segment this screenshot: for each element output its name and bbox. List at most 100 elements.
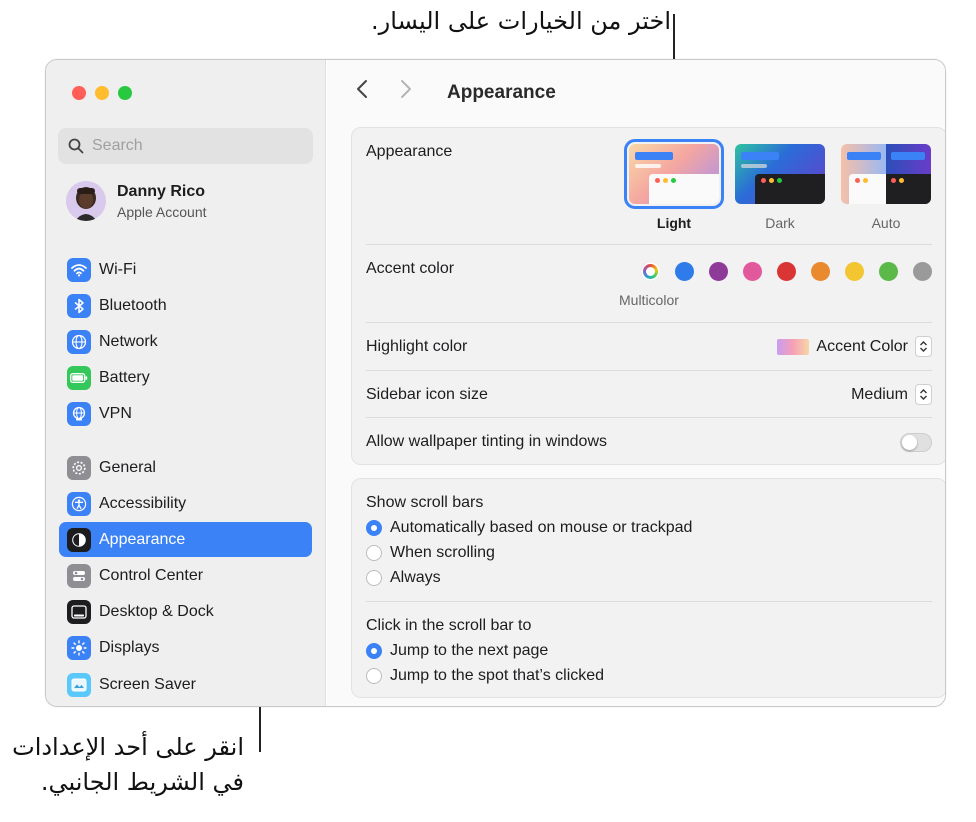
page-title: Appearance <box>447 81 556 103</box>
scroll-bars-group: Show scroll bars Automatically based on … <box>351 478 945 698</box>
avatar <box>66 181 106 221</box>
sidebar-item-battery[interactable]: Battery <box>59 360 312 395</box>
sidebar-icon-size-popup[interactable]: Medium <box>851 384 932 405</box>
theme-label-dark[interactable]: Dark <box>735 215 825 231</box>
sidebar-item-label: Screen Saver <box>99 675 196 693</box>
theme-label-light[interactable]: Light <box>629 215 719 231</box>
sidebar-item-network[interactable]: Network <box>59 324 312 359</box>
sidebar-item-bluetooth[interactable]: Bluetooth <box>59 288 312 323</box>
minimize-button[interactable] <box>95 86 109 100</box>
radio-scroll-when-scrolling[interactable]: When scrolling <box>366 544 495 562</box>
sidebar-item-screen-saver[interactable]: Screen Saver <box>59 667 312 702</box>
radio-jump-next-page[interactable]: Jump to the next page <box>366 642 548 660</box>
theme-thumbnail-light[interactable] <box>624 139 724 209</box>
battery-icon <box>67 365 91 390</box>
theme-label-auto[interactable]: Auto <box>841 215 931 231</box>
radio-dot <box>366 545 382 561</box>
highlight-color-popup[interactable]: Accent Color <box>777 336 932 357</box>
sidebar-item-label: Accessibility <box>99 494 187 512</box>
accent-swatch-green[interactable] <box>879 262 898 281</box>
search-field[interactable] <box>58 128 313 164</box>
divider <box>366 322 932 323</box>
highlight-color-label: Highlight color <box>366 338 468 355</box>
vpn-globe-icon <box>67 401 91 426</box>
sun-icon <box>67 635 91 660</box>
radio-jump-to-spot[interactable]: Jump to the spot that’s clicked <box>366 667 604 685</box>
callout-choose-options: اختر من الخيارات على اليسار. <box>371 7 671 35</box>
sidebar-item-label: Bluetooth <box>99 296 167 314</box>
appearance-row-label: Appearance <box>366 143 453 160</box>
sidebar-item-desktop-dock[interactable]: Desktop & Dock <box>59 594 312 629</box>
bluetooth-icon <box>67 293 91 318</box>
radio-label: Jump to the spot that’s clicked <box>390 667 605 684</box>
screen-saver-icon <box>67 672 91 697</box>
radio-dot <box>366 520 382 536</box>
callout-bottom-line1: انقر على أحد الإعدادات <box>12 733 244 761</box>
appearance-icon <box>67 527 91 552</box>
dock-icon <box>67 599 91 624</box>
search-icon <box>68 138 84 154</box>
sidebar-item-wifi[interactable]: Wi-Fi <box>59 252 312 287</box>
highlight-color-value: Accent Color <box>816 337 908 355</box>
close-button[interactable] <box>72 86 86 100</box>
radio-dot <box>366 570 382 586</box>
sidebar-item-label: Wi-Fi <box>99 260 137 278</box>
callout-click-setting: انقر على أحد الإعدادات في الشريط الجانبي… <box>12 730 244 800</box>
back-button[interactable] <box>355 78 371 107</box>
divider <box>366 244 932 245</box>
wallpaper-tinting-toggle[interactable] <box>900 433 932 452</box>
gear-icon <box>67 455 91 480</box>
accent-swatch-red[interactable] <box>777 262 796 281</box>
control-center-icon <box>67 563 91 588</box>
radio-dot <box>366 668 382 684</box>
accent-swatch-multicolor[interactable] <box>641 262 660 281</box>
sidebar-item-appearance[interactable]: Appearance <box>59 522 312 557</box>
system-settings-window: Danny Rico Apple Account Wi-Fi Bluetooth… <box>45 59 946 707</box>
zoom-button[interactable] <box>118 86 132 100</box>
sidebar-item-label: Battery <box>99 368 150 386</box>
sidebar-item-accessibility[interactable]: Accessibility <box>59 486 312 521</box>
sidebar-item-label: Appearance <box>99 530 186 548</box>
accent-swatch-purple[interactable] <box>709 262 728 281</box>
appearance-settings-group: Appearance Light Dark Auto Accent color … <box>351 127 945 465</box>
account-name: Danny Rico <box>117 182 206 200</box>
sidebar-item-label: Network <box>99 332 158 350</box>
account-row[interactable]: Danny Rico Apple Account <box>66 181 207 221</box>
window-controls <box>72 86 132 100</box>
show-scroll-bars-label: Show scroll bars <box>366 494 484 511</box>
wifi-icon <box>67 257 91 282</box>
sidebar-item-control-center[interactable]: Control Center <box>59 558 312 593</box>
account-subtitle: Apple Account <box>117 203 207 220</box>
highlight-swatch <box>777 338 810 355</box>
click-scroll-bar-label: Click in the scroll bar to <box>366 617 532 634</box>
theme-thumbnail-dark[interactable] <box>735 144 825 204</box>
radio-label: Jump to the next page <box>390 642 549 659</box>
radio-label: When scrolling <box>390 544 495 561</box>
accent-swatch-orange[interactable] <box>811 262 830 281</box>
sidebar-item-vpn[interactable]: VPN <box>59 396 312 431</box>
divider <box>366 417 932 418</box>
sidebar-item-label: Displays <box>99 638 160 656</box>
forward-button[interactable] <box>399 78 415 107</box>
radio-scroll-always[interactable]: Always <box>366 569 441 587</box>
theme-thumbnail-auto[interactable] <box>841 144 931 204</box>
globe-icon <box>67 329 91 354</box>
accessibility-icon <box>67 491 91 516</box>
search-input[interactable] <box>92 137 292 155</box>
sidebar-icon-size-label: Sidebar icon size <box>366 386 488 403</box>
sidebar-item-label: General <box>99 458 156 476</box>
radio-label: Always <box>390 569 441 586</box>
sidebar-item-label: Control Center <box>99 566 204 584</box>
radio-scroll-automatic[interactable]: Automatically based on mouse or trackpad <box>366 519 692 537</box>
accent-swatch-graphite[interactable] <box>913 262 932 281</box>
sidebar-item-displays[interactable]: Displays <box>59 630 312 665</box>
sidebar-item-general[interactable]: General <box>59 450 312 485</box>
accent-swatch-pink[interactable] <box>743 262 762 281</box>
divider <box>366 370 932 371</box>
divider <box>366 601 932 602</box>
wallpaper-tinting-label: Allow wallpaper tinting in windows <box>366 433 608 450</box>
toolbar: Appearance <box>355 78 556 107</box>
accent-swatch-yellow[interactable] <box>845 262 864 281</box>
accent-swatch-blue[interactable] <box>675 262 694 281</box>
sidebar-item-label: Desktop & Dock <box>99 602 214 620</box>
